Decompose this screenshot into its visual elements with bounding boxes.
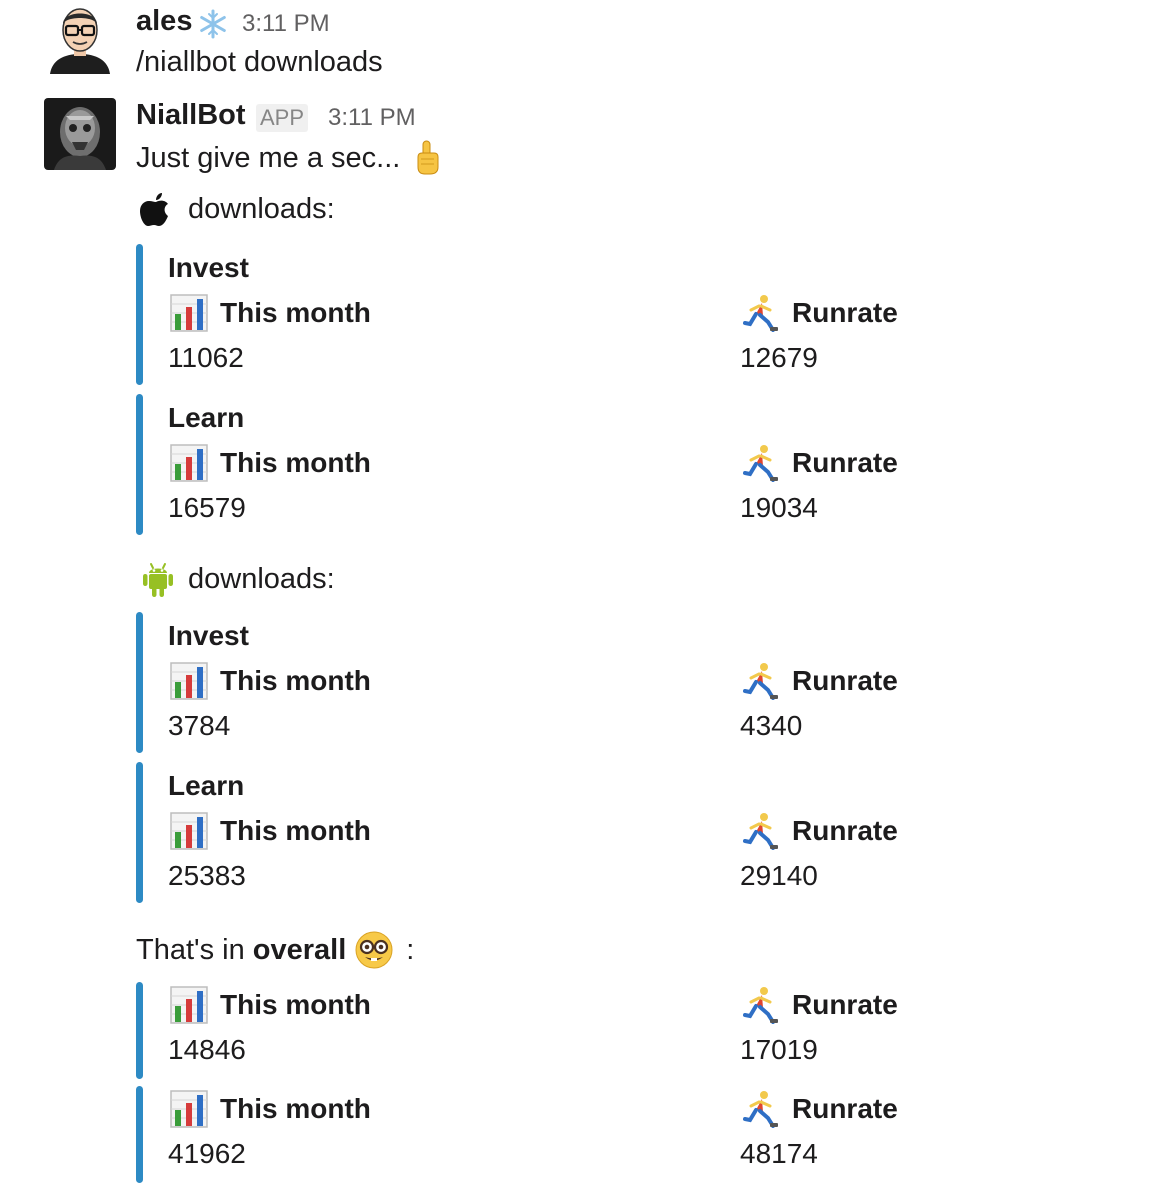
attachment-title: Invest [168, 252, 249, 283]
message-text: /niallbot downloads [136, 46, 383, 78]
this-month-label: This month [170, 444, 371, 482]
attachment-bar [136, 982, 143, 1079]
overall-heading: That's in overall : [136, 930, 414, 970]
runner-icon [742, 1090, 780, 1128]
attachment-bar [136, 244, 143, 385]
pointing-up-icon [412, 140, 442, 176]
avatar-niallbot-image [44, 98, 116, 170]
runrate-value: 19034 [740, 492, 818, 523]
apple-icon [138, 190, 174, 228]
avatar-niallbot[interactable] [44, 98, 116, 170]
section-heading-text: downloads: [188, 192, 335, 225]
avatar-ales[interactable] [44, 2, 116, 74]
overall-prefix: That's in [136, 933, 253, 966]
this-month-value: 11062 [168, 342, 244, 373]
runner-icon [742, 986, 780, 1024]
this-month-label: This month [170, 986, 371, 1024]
runrate-value: 12679 [740, 342, 818, 373]
overall-suffix: : [406, 933, 415, 966]
snowflake-icon [198, 9, 228, 39]
this-month-value: 25383 [168, 860, 246, 891]
ios-section-heading: downloads: [138, 190, 335, 228]
attachment-bar [136, 394, 143, 535]
runrate-label: Runrate [742, 1090, 898, 1128]
this-month-label: This month [170, 294, 371, 332]
this-month-value: 14846 [168, 1034, 246, 1065]
runrate-label: Runrate [742, 812, 898, 850]
message-timestamp[interactable]: 3:11 PM [328, 104, 416, 132]
this-month-label: This month [170, 1090, 371, 1128]
message-timestamp[interactable]: 3:11 PM [242, 10, 330, 38]
runrate-label: Runrate [742, 662, 898, 700]
attachment-title: Learn [168, 402, 245, 433]
android-icon [140, 560, 176, 598]
runrate-label: Runrate [742, 444, 898, 482]
message-body: Just give me a sec... [136, 140, 442, 176]
runner-icon [742, 294, 780, 332]
bar-chart-icon [170, 1090, 208, 1128]
section-heading-text: downloads: [188, 562, 335, 595]
avatar-ales-image [50, 8, 110, 74]
attachment-bar [136, 612, 143, 753]
runrate-label: Runrate [742, 294, 898, 332]
bar-chart-icon [170, 662, 208, 700]
this-month-value: 16579 [168, 492, 246, 523]
this-month-label: This month [170, 812, 371, 850]
runner-icon [742, 444, 780, 482]
app-badge: APP [256, 104, 309, 132]
runrate-value: 48174 [740, 1138, 818, 1169]
runrate-value: 4340 [740, 710, 803, 741]
this-month-value: 3784 [168, 710, 231, 741]
attachment-title: Learn [168, 770, 245, 801]
sender-name[interactable]: NiallBot [136, 99, 246, 132]
android-section-heading: downloads: [140, 560, 335, 598]
bar-chart-icon [170, 986, 208, 1024]
runner-icon [742, 662, 780, 700]
runrate-label: Runrate [742, 986, 898, 1024]
overall-bold-text: overall [252, 933, 347, 966]
nerd-face-icon [354, 930, 394, 970]
message-text: Just give me a sec... [136, 141, 401, 174]
attachment-bar [136, 1086, 143, 1183]
bar-chart-icon [170, 444, 208, 482]
runrate-value: 29140 [740, 860, 818, 891]
sender-name[interactable]: ales [136, 5, 192, 38]
runrate-value: 17019 [740, 1034, 818, 1065]
bar-chart-icon [170, 812, 208, 850]
this-month-value: 41962 [168, 1138, 246, 1169]
bar-chart-icon [170, 294, 208, 332]
attachment-title: Invest [168, 620, 249, 651]
attachment-bar [136, 762, 143, 903]
this-month-label: This month [170, 662, 371, 700]
runner-icon [742, 812, 780, 850]
